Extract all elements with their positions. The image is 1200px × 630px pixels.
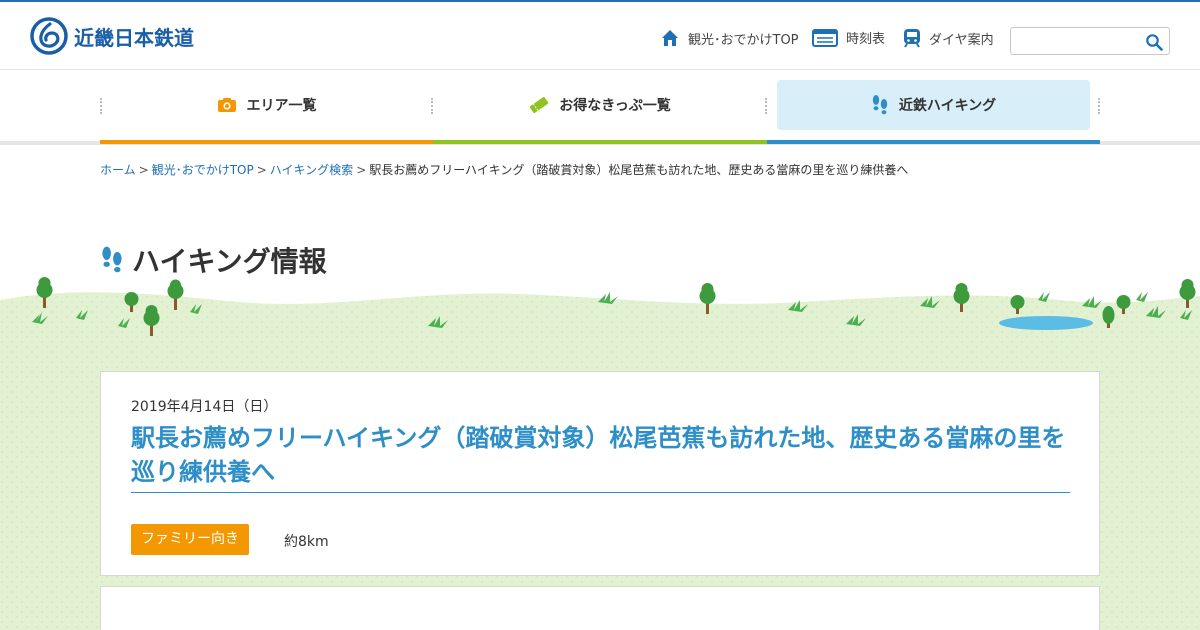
breadcrumb-home[interactable]: ホーム — [100, 163, 136, 177]
event-distance: 約8km — [284, 534, 329, 550]
footprints-icon — [102, 246, 122, 273]
breadcrumb-sightseeing-top[interactable]: 観光･おでかけTOP — [152, 163, 254, 177]
search-input[interactable] — [1011, 28, 1139, 54]
global-nav-area-list[interactable]: エリア一覧 — [100, 80, 433, 130]
global-nav-hiking[interactable]: 近鉄ハイキング — [777, 80, 1090, 130]
event-title: 駅長お薦めフリーハイキング（踏破賞対象）松尾芭蕉も訪れた地、歴史ある當麻の里を巡… — [131, 424, 1066, 486]
global-nav-ticket-list[interactable]: お得なきっぷ一覧 — [433, 80, 767, 130]
utility-link-sightseeing-top[interactable]: 観光･おでかけTOP — [660, 28, 799, 48]
site-logo[interactable]: 近畿日本鉄道 — [30, 17, 194, 55]
logo-text: 近畿日本鉄道 — [74, 25, 194, 50]
utility-link-label: ダイヤ案内 — [929, 32, 994, 48]
breadcrumb-current: 駅長お薦めフリーハイキング（踏破賞対象）松尾芭蕉も訪れた地、歴史ある當麻の里を巡… — [369, 163, 909, 177]
footprints-icon — [872, 95, 888, 115]
search-icon[interactable] — [1145, 33, 1163, 51]
train-icon — [904, 29, 920, 48]
breadcrumb: ホーム > 観光･おでかけTOP > ハイキング検索 > 駅長お薦めフリーハイキング（踏破賞… — [100, 161, 908, 178]
site-header: 近畿日本鉄道 観光･おでかけTOP 時刻表 ダイヤ案内 — [0, 2, 1200, 70]
global-nav: エリア一覧 お得なきっぷ一覧 近鉄ハイキング — [0, 70, 1200, 144]
nav-divider — [100, 98, 102, 114]
utility-link-route-info[interactable]: ダイヤ案内 — [903, 28, 994, 48]
nav-accent-green — [433, 140, 767, 144]
page-title: ハイキング情報 — [132, 245, 327, 278]
nav-accent-orange — [100, 140, 433, 144]
nav-divider — [765, 98, 767, 114]
utility-link-label: 観光･おでかけTOP — [688, 32, 799, 48]
next-content-card — [100, 586, 1100, 630]
hiking-event-card: 2019年4月14日（日） 駅長お薦めフリーハイキング（踏破賞対象）松尾芭蕉も訪… — [100, 371, 1100, 576]
kintetsu-logo-icon — [30, 17, 68, 55]
breadcrumb-hiking-search[interactable]: ハイキング検索 — [270, 163, 353, 177]
nav-accent-blue — [767, 140, 1100, 144]
nav-divider — [431, 98, 433, 114]
utility-link-label: 時刻表 — [846, 32, 886, 47]
page-heading: ハイキング情報 — [100, 240, 327, 280]
breadcrumb-separator: > — [256, 163, 267, 177]
home-icon — [662, 30, 678, 46]
utility-link-timetable[interactable]: 時刻表 — [812, 28, 885, 47]
ticket-icon — [529, 96, 549, 114]
event-date: 2019年4月14日（日） — [131, 399, 278, 415]
global-nav-label: エリア一覧 — [246, 98, 317, 114]
global-nav-label: お得なきっぷ一覧 — [559, 98, 671, 114]
breadcrumb-separator: > — [356, 163, 367, 177]
title-underline — [131, 492, 1070, 493]
camera-icon — [217, 98, 236, 112]
global-nav-label: 近鉄ハイキング — [898, 98, 997, 114]
difficulty-tag: ファミリー向き — [131, 524, 249, 555]
breadcrumb-separator: > — [138, 163, 149, 177]
site-search — [1010, 27, 1170, 55]
nav-divider — [1098, 98, 1100, 114]
timetable-icon — [812, 28, 838, 47]
